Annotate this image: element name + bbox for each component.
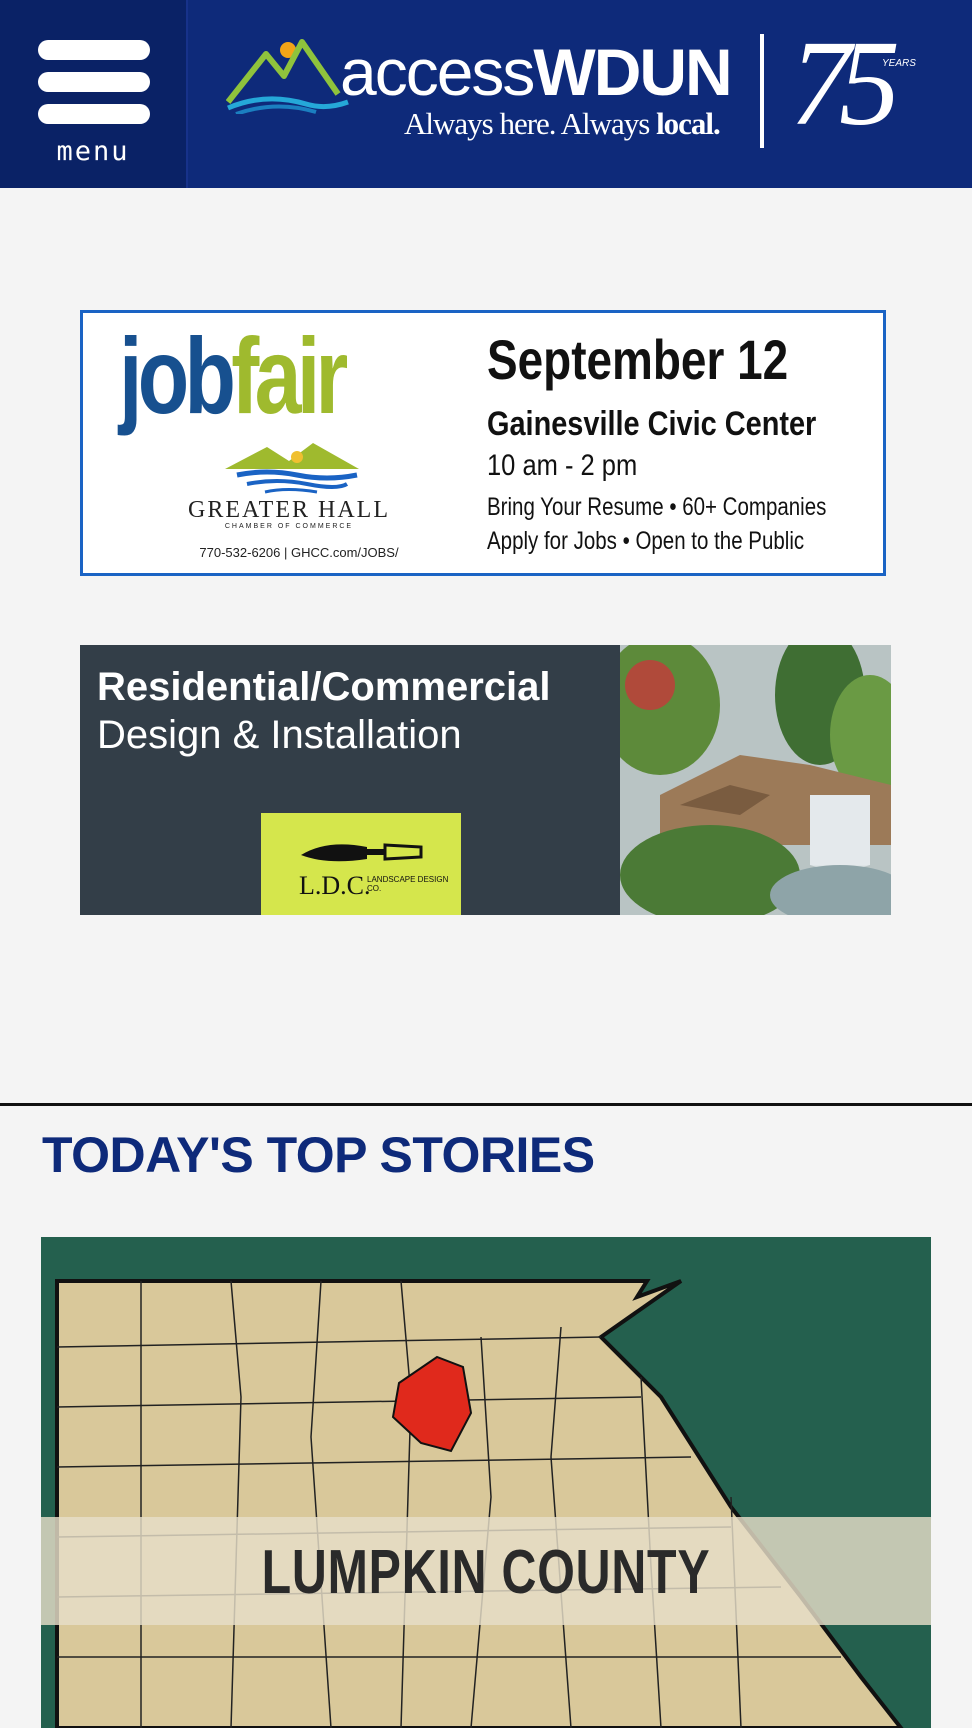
chamber-subtitle: CHAMBER OF COMMERCE [224,523,354,530]
chamber-contact: 770-532-6206 | GHCC.com/JOBS/ [199,545,399,560]
site-logo[interactable]: accessWDUN Always here. Always local. [222,30,742,150]
trowel-icon [301,843,423,862]
jobfair-ad[interactable]: jobfair GREATER HALL CHAMBER OF COMMERCE… [80,310,886,576]
hamburger-icon [38,72,150,92]
header-divider [760,34,764,148]
top-story-card[interactable]: LUMPKIN COUNTY [41,1237,931,1728]
jobfair-time: 10 am - 2 pm [487,449,638,482]
ldc-logo-sub: LANDSCAPE DESIGN CO. [367,875,449,893]
jobfair-date: September 12 [487,328,789,391]
anniversary-number: 75 [790,16,900,151]
chamber-name: GREATER HALL [188,497,390,523]
anniversary-years: YEARS [882,58,916,69]
section-title: TODAY'S TOP STORIES [42,1127,595,1183]
landscape-subhead: Design & Installation [97,713,462,757]
section-divider [0,1103,972,1106]
menu-label: menu [56,136,130,167]
ldc-logo-text: L.D.C. [299,871,371,900]
anniversary-badge: 75 YEARS [790,16,920,151]
menu-button[interactable]: menu [0,0,188,188]
landscape-ad[interactable]: Residential/Commercial Design & Installa… [80,645,891,915]
logo-tagline: Always here. Always local. [404,106,721,141]
hamburger-icon [38,40,150,60]
county-label: LUMPKIN COUNTY [261,1538,711,1607]
site-header: menu accessWDUN Always here. Always loca… [0,0,972,188]
hamburger-icon [38,104,150,124]
georgia-county-map-image [41,1237,931,1728]
landscape-headline: Residential/Commercial [97,665,551,709]
waterfall-garden-image [620,645,891,915]
ldc-logo: L.D.C. LANDSCAPE DESIGN CO. [261,813,461,915]
jobfair-wordmark: jobfair [119,315,348,436]
jobfair-detail-2: Apply for Jobs • Open to the Public [487,527,805,555]
chamber-logo-icon [225,443,359,494]
jobfair-detail-1: Bring Your Resume • 60+ Companies [487,493,827,521]
jobfair-venue: Gainesville Civic Center [487,405,817,443]
logo-wordmark: accessWDUN [340,35,733,109]
mountains-logo-icon [226,39,349,114]
